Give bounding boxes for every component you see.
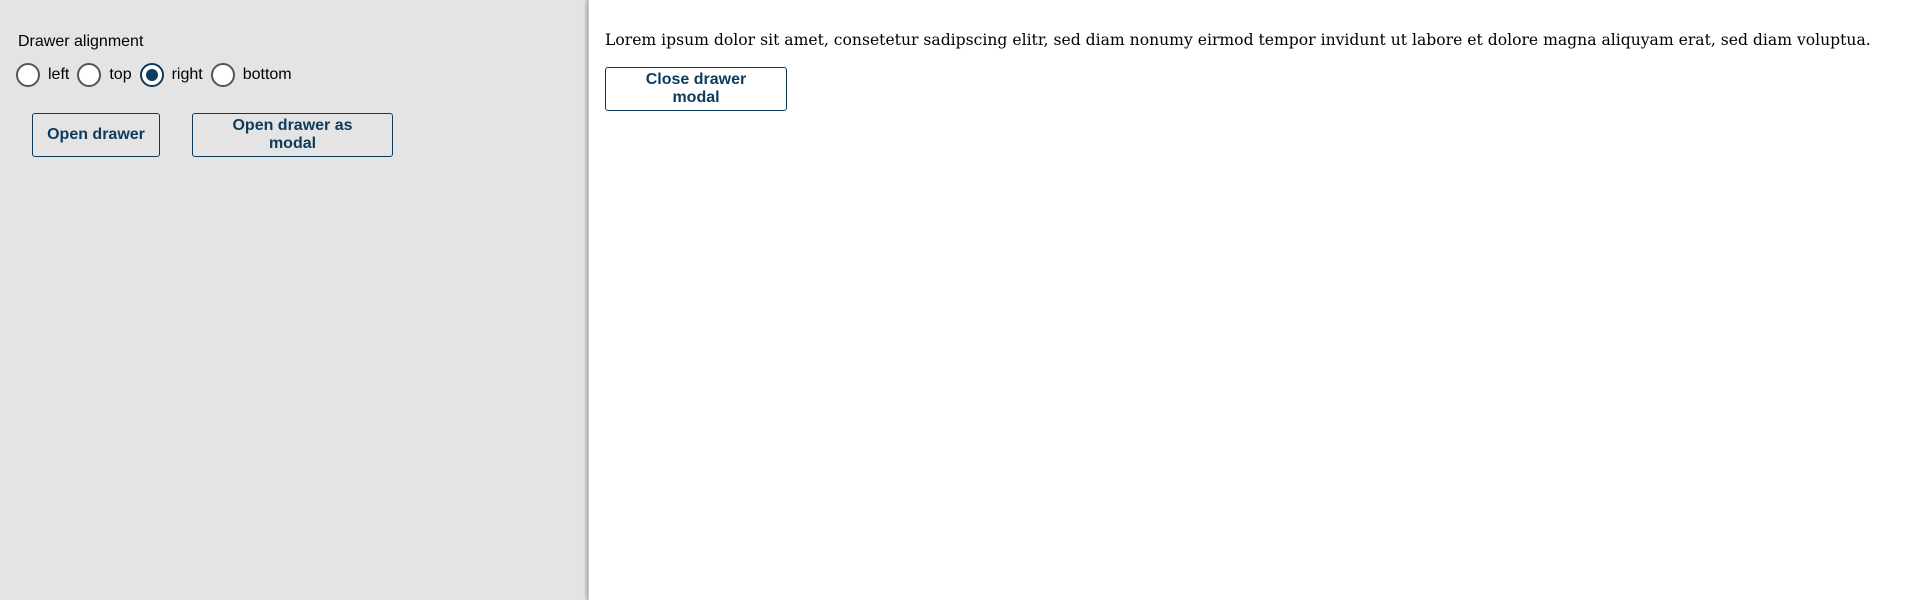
drawer-body-text: Lorem ipsum dolor sit amet, consetetur s… bbox=[605, 31, 1871, 49]
radio-left-circle[interactable] bbox=[16, 63, 40, 87]
close-drawer-modal-button[interactable]: Close drawer modal bbox=[605, 67, 787, 111]
radio-right-dot bbox=[145, 69, 158, 81]
radio-top[interactable]: top bbox=[77, 63, 139, 87]
drawer-panel: Lorem ipsum dolor sit amet, consetetur s… bbox=[588, 0, 1920, 600]
page-content: Drawer alignment left top right bottom O… bbox=[0, 0, 588, 600]
open-drawer-as-modal-button[interactable]: Open drawer as modal bbox=[192, 113, 393, 157]
radio-left[interactable]: left bbox=[16, 63, 77, 87]
drawer-alignment-label: Drawer alignment bbox=[18, 33, 144, 50]
radio-bottom-circle[interactable] bbox=[210, 63, 235, 87]
radio-right-circle[interactable] bbox=[139, 63, 164, 87]
radio-bottom[interactable]: bottom bbox=[210, 63, 300, 87]
radio-right[interactable]: right bbox=[139, 63, 211, 87]
open-drawer-button[interactable]: Open drawer bbox=[32, 113, 160, 157]
radio-left-label[interactable]: left bbox=[48, 66, 69, 84]
radio-bottom-label[interactable]: bottom bbox=[243, 66, 292, 84]
radio-top-circle[interactable] bbox=[77, 63, 102, 87]
drawer-alignment-radio-group: left top right bottom bbox=[16, 63, 300, 87]
radio-right-label[interactable]: right bbox=[172, 66, 203, 84]
radio-top-label[interactable]: top bbox=[109, 66, 131, 84]
